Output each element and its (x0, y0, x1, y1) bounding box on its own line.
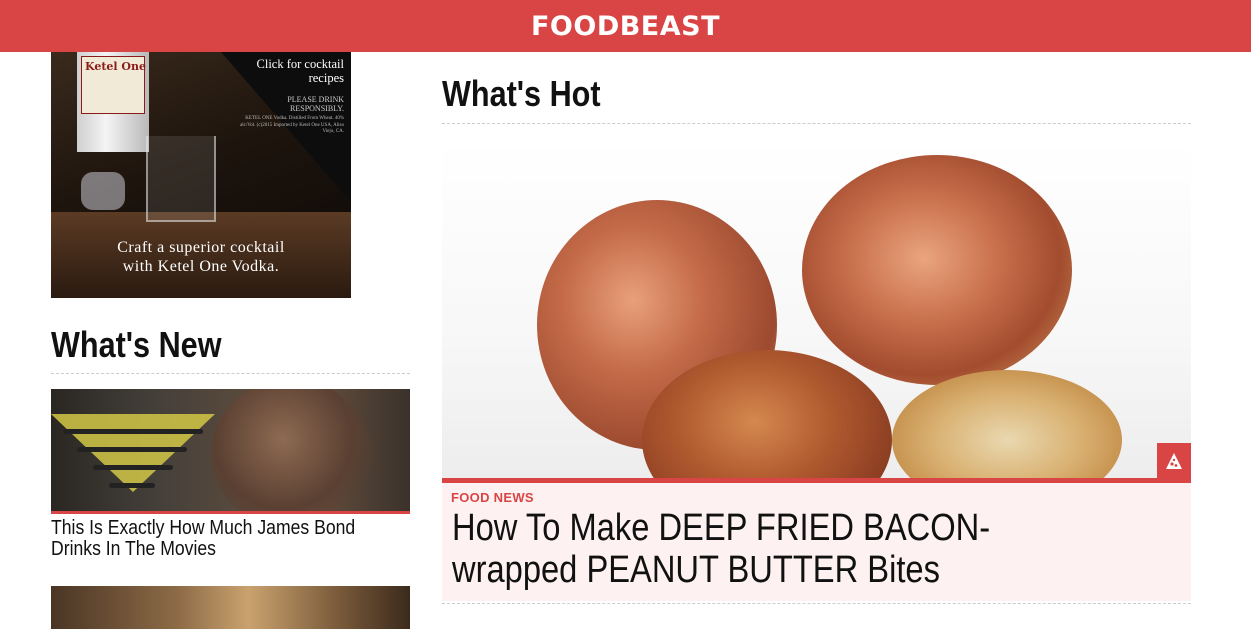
martini-glass-image (51, 414, 215, 492)
ad-warning-text: PLEASE DRINK RESPONSIBLY. (287, 95, 344, 113)
featured-article-title[interactable]: How To Make DEEP FRIED BACON-wrapped PEA… (452, 507, 1106, 591)
pizza-icon (1166, 452, 1182, 469)
article-title-link[interactable]: This Is Exactly How Much James Bond Drin… (51, 518, 368, 560)
martini-stripe (63, 429, 203, 434)
ice-image (81, 172, 125, 210)
featured-divider (442, 603, 1191, 604)
foodbeast-logo[interactable]: FOODBEAST (531, 11, 720, 42)
second-article-thumbnail[interactable] (51, 586, 410, 629)
ad-tagline-line-2: with Ketel One Vodka. (122, 258, 280, 275)
whats-hot-divider (442, 123, 1191, 124)
cocktail-glass-image (146, 136, 216, 222)
ketel-one-ad[interactable]: Ketel One Click for cocktail recipes PLE… (51, 52, 351, 298)
ad-tagline-line-1: Craft a superior cocktail (117, 239, 285, 256)
martini-stripe (93, 465, 173, 470)
thumbnail-accent-line (51, 511, 410, 514)
ad-brand-text: Ketel One (85, 60, 146, 73)
whats-new-divider (51, 373, 410, 374)
ad-tagline: Craft a superior cocktail with Ketel One… (51, 238, 351, 276)
pizza-badge[interactable] (1157, 443, 1191, 478)
bacon-bite-image (802, 155, 1072, 385)
peanut-butter-bite-image (892, 370, 1122, 478)
ad-fine-print: KETEL ONE Vodka. Distilled From Wheat. 4… (240, 116, 344, 134)
category-label[interactable]: FOOD NEWS (451, 490, 534, 505)
martini-stripe (77, 447, 187, 452)
whats-hot-heading: What's Hot (442, 73, 601, 114)
martini-stripe (109, 483, 155, 488)
whats-new-heading: What's New (51, 324, 222, 365)
top-navigation-bar: FOODBEAST (0, 0, 1251, 52)
featured-article-image[interactable] (442, 140, 1191, 478)
james-bond-article-thumbnail[interactable] (51, 389, 410, 511)
actor-face-image (211, 389, 371, 511)
ad-cta-text: Click for cocktail recipes (256, 57, 344, 85)
